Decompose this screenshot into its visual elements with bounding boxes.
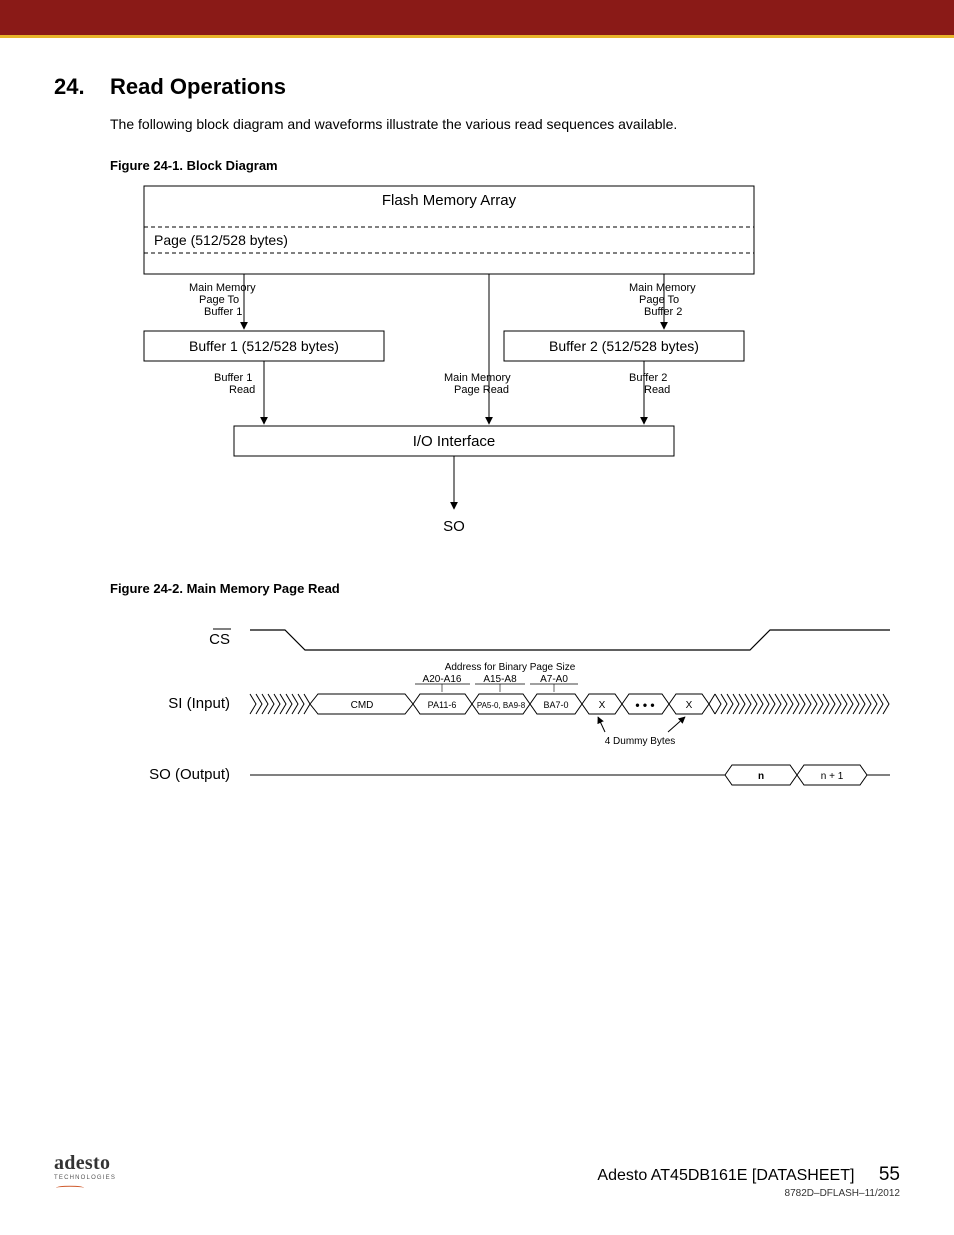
mm-to-b2-l3: Buffer 2 (644, 306, 682, 318)
logo-swoosh-icon (56, 1186, 84, 1191)
mm-to-b1-l2: Page To (199, 294, 239, 306)
svg-text:• • •: • • • (635, 698, 654, 712)
figure-2-diagram: CS Address for Binary Page Size A20-A16 … (110, 604, 900, 814)
footer-right: Adesto AT45DB161E [DATASHEET] 55 8782D–D… (597, 1164, 900, 1199)
pa11-label: PA11-6 (428, 700, 457, 710)
buffer-2-label: Buffer 2 (512/528 bytes) (549, 338, 699, 354)
cmd-label: CMD (351, 700, 374, 711)
so-output-label: SO (Output) (149, 766, 230, 783)
b2-read-l2: Read (644, 384, 670, 396)
b2-read-l1: Buffer 2 (629, 372, 667, 384)
so-label: SO (443, 518, 465, 535)
figure-2-caption: Figure 24-2. Main Memory Page Read (110, 581, 900, 596)
dummy-label: 4 Dummy Bytes (605, 736, 676, 747)
doc-title: Adesto AT45DB161E [DATASHEET] (597, 1167, 854, 1184)
b1-read-l2: Read (229, 384, 255, 396)
n-label: n (758, 771, 764, 782)
mm-to-b1-l1: Main Memory (189, 282, 256, 294)
flash-array-label: Flash Memory Array (382, 192, 517, 209)
ba7-label: BA7-0 (543, 700, 568, 710)
si-label: SI (Input) (168, 695, 230, 712)
mm-to-b1-l3: Buffer 1 (204, 306, 242, 318)
intro-text: The following block diagram and waveform… (110, 116, 900, 132)
addr-b: A15-A8 (483, 674, 517, 685)
buffer-1-label: Buffer 1 (512/528 bytes) (189, 338, 339, 354)
logo-text: adesto (54, 1152, 110, 1174)
logo: adesto TECHNOLOGIES (54, 1152, 116, 1199)
figure-1-diagram: Flash Memory Array Page (512/528 bytes) … (134, 181, 900, 551)
page-label: Page (512/528 bytes) (154, 232, 288, 248)
addr-title: Address for Binary Page Size (445, 662, 576, 673)
mm-to-b2-l2: Page To (639, 294, 679, 306)
mm-to-b2-l1: Main Memory (629, 282, 696, 294)
mm-read-l1: Main Memory (444, 372, 511, 384)
section-number: 24. (54, 74, 110, 100)
mm-read-l2: Page Read (454, 384, 509, 396)
page-number: 55 (879, 1164, 900, 1185)
addr-a: A20-A16 (423, 674, 462, 685)
n1-label: n + 1 (821, 771, 844, 782)
header-bar (0, 0, 954, 38)
io-interface-label: I/O Interface (413, 433, 496, 450)
figure-1-caption: Figure 24-1. Block Diagram (110, 158, 900, 173)
b1-read-l1: Buffer 1 (214, 372, 252, 384)
x2-label: X (686, 700, 693, 711)
logo-subtext: TECHNOLOGIES (54, 1175, 116, 1181)
section-title: Read Operations (110, 74, 286, 100)
cs-label: CS (209, 631, 230, 648)
pa5-label: PA5-0, BA9-8 (477, 701, 526, 710)
doc-id: 8782D–DFLASH–11/2012 (597, 1188, 900, 1199)
addr-c: A7-A0 (540, 674, 568, 685)
x1-label: X (599, 700, 606, 711)
